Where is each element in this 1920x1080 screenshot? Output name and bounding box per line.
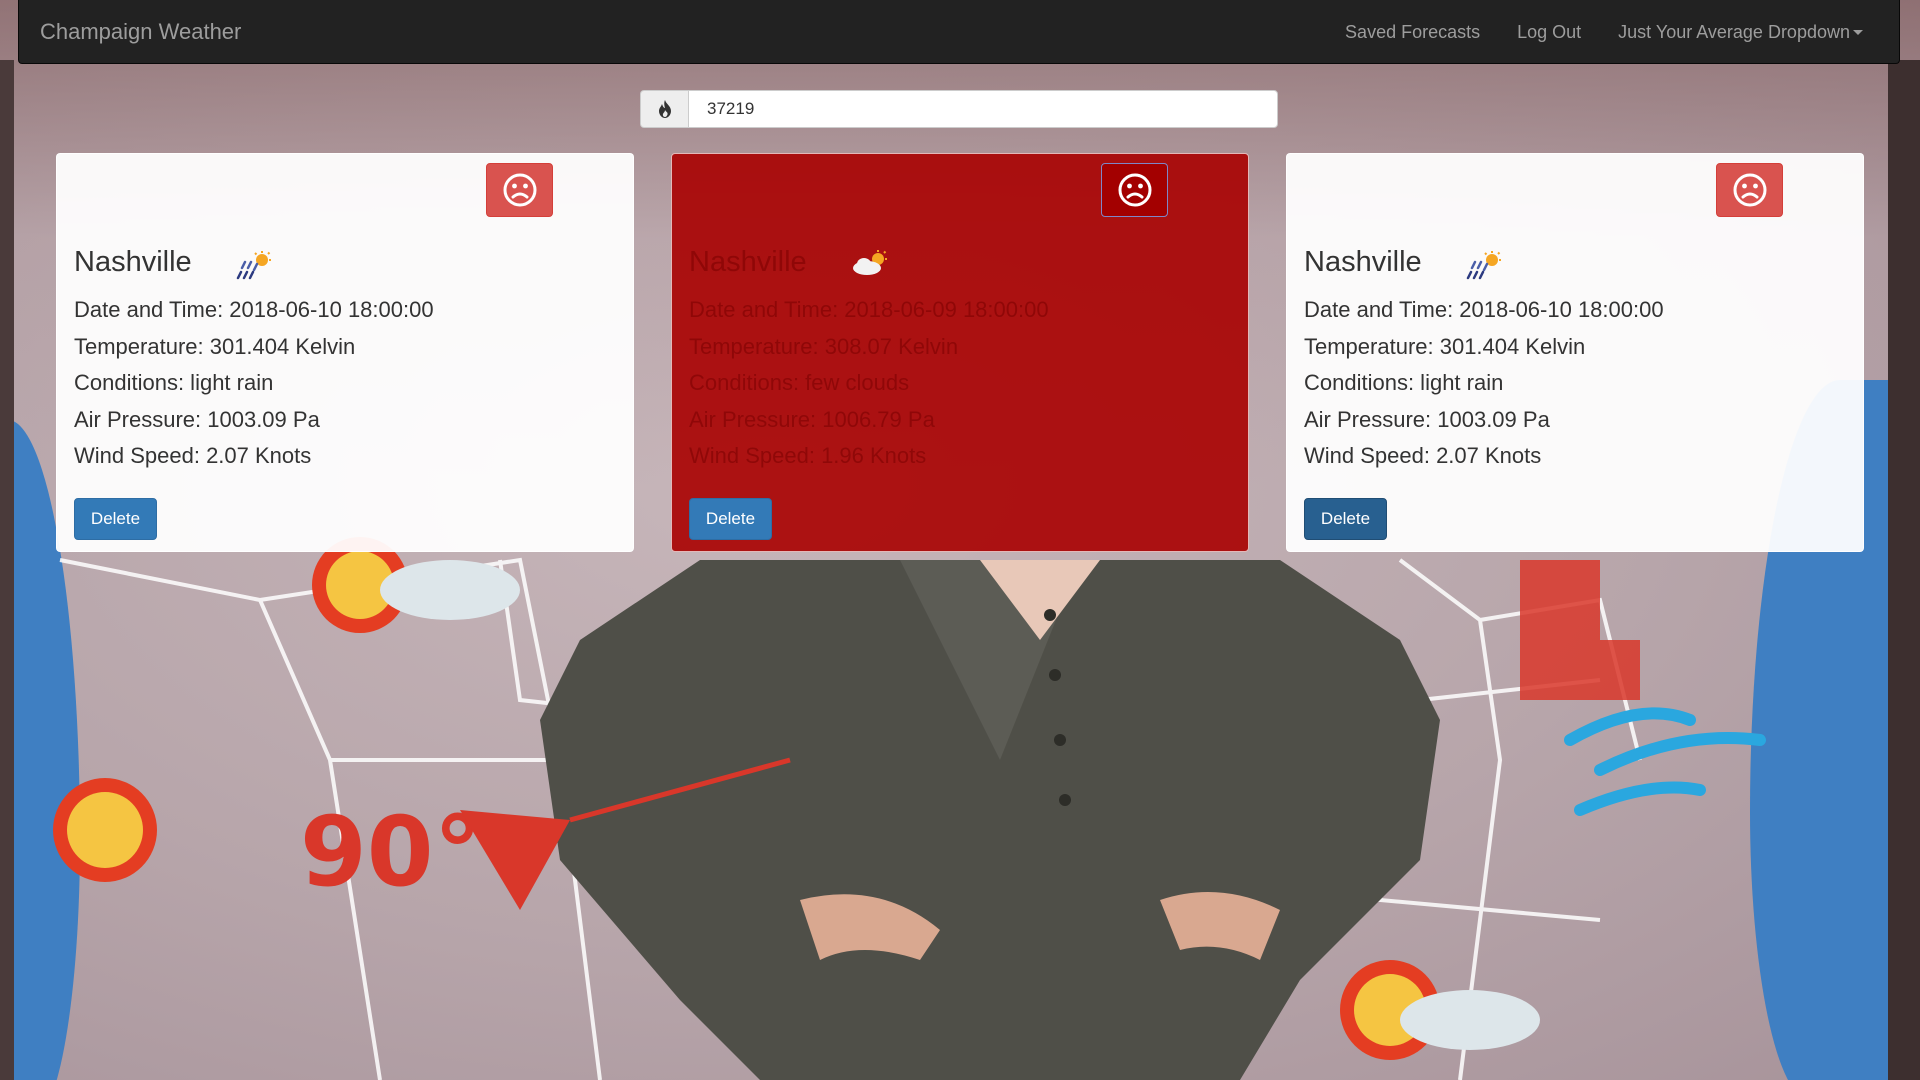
date-time-text: Date and Time: 2018-06-10 18:00:00: [1304, 297, 1664, 322]
conditions-text: Conditions: few clouds: [689, 370, 910, 395]
map-sun-left: [53, 778, 157, 882]
forecast-details: Date and Time: 2018-06-10 18:00:00 Tempe…: [1304, 298, 1664, 481]
air-pressure-text: Air Pressure: 1003.09 Pa: [74, 406, 320, 432]
forecast-card: Nashville Date and Time: 2018-06-10 18:0…: [56, 153, 634, 552]
fire-icon: [658, 100, 671, 118]
city-name: Nashville: [74, 246, 192, 278]
wind-speed-text: Wind Speed: 2.07 Knots: [1304, 443, 1542, 468]
dislike-button[interactable]: [486, 163, 553, 217]
zip-search-input[interactable]: [688, 90, 1278, 128]
brand-link[interactable]: Champaign Weather: [40, 0, 241, 64]
sad-face-icon: [1733, 173, 1766, 207]
city-name: Nashville: [1304, 246, 1422, 278]
wind-speed-text: Wind Speed: 2.07 Knots: [74, 443, 312, 468]
map-temp-label: 90°: [300, 796, 482, 908]
nav-saved-forecasts-link[interactable]: Saved Forecasts: [1345, 22, 1480, 43]
top-navbar: Champaign Weather Saved Forecasts Log Ou…: [18, 0, 1900, 64]
delete-button[interactable]: Delete: [689, 498, 772, 540]
forecast-card-highlighted: Nashville Date and Time: 2018-06-09 18:0…: [671, 153, 1249, 552]
sad-face-icon: [503, 173, 536, 207]
map-sun-right: [1340, 960, 1540, 1060]
weatherman-figure: [540, 560, 1440, 1080]
search-addon-button[interactable]: [640, 90, 688, 128]
temperature-text: Temperature: 301.404 Kelvin: [1304, 333, 1586, 359]
air-pressure-text: Air Pressure: 1006.79 Pa: [689, 406, 935, 432]
sad-face-icon: [1118, 173, 1151, 207]
few-clouds-icon: [853, 250, 887, 275]
dislike-button[interactable]: [1101, 163, 1168, 217]
forecast-details: Date and Time: 2018-06-09 18:00:00 Tempe…: [689, 298, 1049, 481]
date-time-text: Date and Time: 2018-06-10 18:00:00: [74, 297, 434, 322]
conditions-text: Conditions: light rain: [1304, 370, 1504, 395]
nav-links: Saved Forecasts Log Out Just Your Averag…: [1308, 0, 1863, 64]
forecast-details: Date and Time: 2018-06-10 18:00:00 Tempe…: [74, 298, 434, 481]
nav-log-out-link[interactable]: Log Out: [1517, 22, 1581, 43]
delete-button[interactable]: Delete: [1304, 498, 1387, 540]
temperature-text: Temperature: 301.404 Kelvin: [74, 333, 356, 359]
caret-down-icon: [1853, 30, 1863, 36]
date-time-text: Date and Time: 2018-06-09 18:00:00: [689, 297, 1049, 322]
rain-sun-icon: [1466, 251, 1501, 280]
map-low-pressure-marker: [1520, 560, 1640, 700]
delete-button[interactable]: Delete: [74, 498, 157, 540]
rain-sun-icon: [236, 251, 271, 280]
zip-search-group: [640, 90, 1278, 128]
forecast-card: Nashville Date and Time: 2018-06-10 18:0…: [1286, 153, 1864, 552]
nav-dropdown-toggle[interactable]: Just Your Average Dropdown: [1618, 22, 1863, 43]
dislike-button[interactable]: [1716, 163, 1783, 217]
map-wind-icon: [1564, 707, 1766, 816]
air-pressure-text: Air Pressure: 1003.09 Pa: [1304, 406, 1550, 432]
city-name: Nashville: [689, 246, 807, 278]
temperature-text: Temperature: 308.07 Kelvin: [689, 333, 959, 359]
wind-speed-text: Wind Speed: 1.96 Knots: [689, 443, 927, 468]
dropdown-label: Just Your Average Dropdown: [1618, 21, 1850, 42]
conditions-text: Conditions: light rain: [74, 370, 274, 395]
